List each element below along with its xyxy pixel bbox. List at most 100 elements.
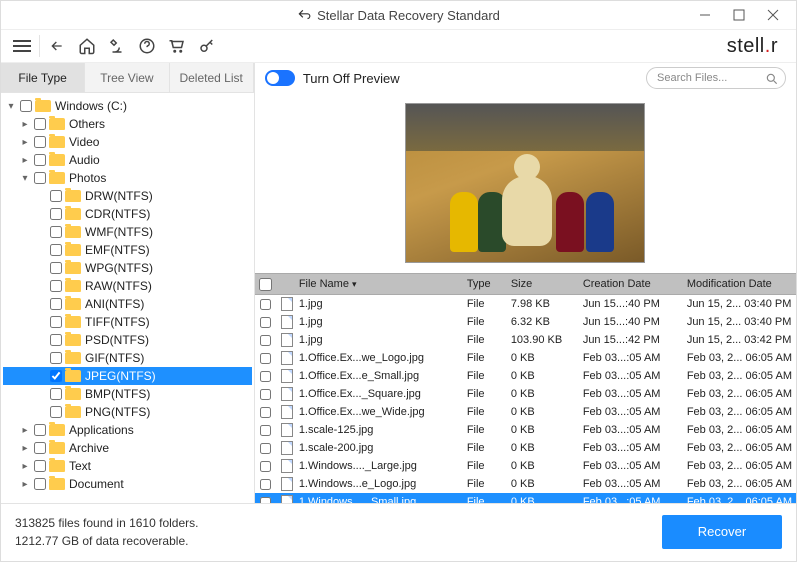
help-icon[interactable]: [132, 31, 162, 61]
cell-creation: Feb 03...:05 AM: [579, 424, 683, 436]
tree-node-selected[interactable]: JPEG(NTFS): [3, 367, 252, 385]
tree-node[interactable]: PSD(NTFS): [3, 331, 252, 349]
tree-node[interactable]: ▸Text: [3, 457, 252, 475]
cell-modification: Feb 03, 2... 06:05 AM: [683, 388, 796, 400]
tab-file-type[interactable]: File Type: [1, 63, 85, 92]
row-checkbox[interactable]: [260, 389, 271, 400]
preview-toggle[interactable]: [265, 70, 295, 86]
row-checkbox[interactable]: [260, 317, 271, 328]
tree-checkbox[interactable]: [20, 100, 32, 112]
key-icon[interactable]: [192, 31, 222, 61]
recover-button[interactable]: Recover: [662, 515, 782, 549]
file-grid[interactable]: 1.jpgFile7.98 KBJun 15...:40 PMJun 15, 2…: [255, 295, 796, 503]
file-row[interactable]: 1.jpgFile103.90 KBJun 15...:42 PMJun 15,…: [255, 331, 796, 349]
expand-icon[interactable]: ▸: [19, 119, 31, 130]
status-bar: 313825 files found in 1610 folders. 1212…: [1, 503, 796, 559]
row-checkbox[interactable]: [260, 497, 271, 504]
tree-node[interactable]: GIF(NTFS): [3, 349, 252, 367]
menu-icon[interactable]: [7, 31, 37, 61]
col-header-name[interactable]: File Name ▾: [295, 278, 463, 290]
tree-node[interactable]: PNG(NTFS): [3, 403, 252, 421]
file-row[interactable]: 1.jpgFile7.98 KBJun 15...:40 PMJun 15, 2…: [255, 295, 796, 313]
cell-creation: Feb 03...:05 AM: [579, 442, 683, 454]
tree-label: Windows (C:): [55, 99, 127, 113]
file-row[interactable]: 1.Office.Ex...e_Small.jpgFile0 KBFeb 03.…: [255, 367, 796, 385]
tree-node[interactable]: RAW(NTFS): [3, 277, 252, 295]
maximize-button[interactable]: [722, 1, 756, 29]
tree-node[interactable]: BMP(NTFS): [3, 385, 252, 403]
tree-node[interactable]: ▸Document: [3, 475, 252, 493]
collapse-icon[interactable]: ▾: [19, 173, 31, 184]
tree-node[interactable]: ▸Archive: [3, 439, 252, 457]
expand-icon[interactable]: ▸: [19, 461, 31, 472]
file-row[interactable]: 1.scale-200.jpgFile0 KBFeb 03...:05 AMFe…: [255, 439, 796, 457]
tree-node[interactable]: ▸Applications: [3, 421, 252, 439]
minimize-button[interactable]: [688, 1, 722, 29]
tree-node[interactable]: CDR(NTFS): [3, 205, 252, 223]
file-row[interactable]: 1.jpgFile6.32 KBJun 15...:40 PMJun 15, 2…: [255, 313, 796, 331]
status-recoverable: 1212.77 GB of data recoverable.: [15, 532, 198, 550]
search-input[interactable]: Search Files...: [646, 67, 786, 89]
row-checkbox[interactable]: [260, 479, 271, 490]
tree-node-photos[interactable]: ▾Photos: [3, 169, 252, 187]
tree-node[interactable]: WMF(NTFS): [3, 223, 252, 241]
cell-modification: Jun 15, 2... 03:40 PM: [683, 298, 796, 310]
file-row[interactable]: 1.Office.Ex...we_Logo.jpgFile0 KBFeb 03.…: [255, 349, 796, 367]
row-checkbox[interactable]: [260, 299, 271, 310]
file-row[interactable]: 1.scale-125.jpgFile0 KBFeb 03...:05 AMFe…: [255, 421, 796, 439]
tab-tree-view[interactable]: Tree View: [85, 63, 169, 92]
collapse-icon[interactable]: ▾: [5, 101, 17, 112]
right-panel: Turn Off Preview Search Files... File Na…: [255, 63, 796, 503]
tree-node[interactable]: ▸Others: [3, 115, 252, 133]
tree-node[interactable]: ▸Audio: [3, 151, 252, 169]
tree-node-root[interactable]: ▾ Windows (C:): [3, 97, 252, 115]
row-checkbox[interactable]: [260, 371, 271, 382]
file-row[interactable]: 1.Windows...._Small.jpgFile0 KBFeb 03...…: [255, 493, 796, 503]
expand-icon[interactable]: ▸: [19, 155, 31, 166]
tree-node[interactable]: ▸Video: [3, 133, 252, 151]
col-header-creation[interactable]: Creation Date: [579, 278, 683, 290]
microscope-icon[interactable]: [102, 31, 132, 61]
col-header-type[interactable]: Type: [463, 278, 507, 290]
expand-icon[interactable]: ▸: [19, 443, 31, 454]
brand-logo: stell.r: [727, 35, 790, 58]
folder-icon: [49, 118, 65, 130]
select-all-checkbox[interactable]: [259, 278, 272, 291]
row-checkbox[interactable]: [260, 461, 271, 472]
row-checkbox[interactable]: [260, 425, 271, 436]
row-checkbox[interactable]: [260, 407, 271, 418]
row-checkbox[interactable]: [260, 353, 271, 364]
col-header-modification[interactable]: Modification Date: [683, 278, 796, 290]
folder-icon: [65, 334, 81, 346]
folder-icon: [65, 280, 81, 292]
tab-deleted-list[interactable]: Deleted List: [170, 63, 254, 92]
file-row[interactable]: 1.Office.Ex..._Square.jpgFile0 KBFeb 03.…: [255, 385, 796, 403]
file-row[interactable]: 1.Office.Ex...we_Wide.jpgFile0 KBFeb 03.…: [255, 403, 796, 421]
expand-icon[interactable]: ▸: [19, 479, 31, 490]
expand-icon[interactable]: ▸: [19, 137, 31, 148]
cell-name: 1.Office.Ex...e_Small.jpg: [295, 370, 463, 382]
file-row[interactable]: 1.Windows...._Large.jpgFile0 KBFeb 03...…: [255, 457, 796, 475]
cell-type: File: [463, 334, 507, 346]
file-icon: [281, 315, 293, 329]
expand-icon[interactable]: ▸: [19, 425, 31, 436]
folder-icon: [49, 442, 65, 454]
back-title-icon: [297, 8, 311, 22]
col-header-size[interactable]: Size: [507, 278, 579, 290]
file-row[interactable]: 1.Windows...e_Logo.jpgFile0 KBFeb 03...:…: [255, 475, 796, 493]
tree-node[interactable]: DRW(NTFS): [3, 187, 252, 205]
close-button[interactable]: [756, 1, 790, 29]
tree-node[interactable]: ANI(NTFS): [3, 295, 252, 313]
back-icon[interactable]: [42, 31, 72, 61]
home-icon[interactable]: [72, 31, 102, 61]
cell-name: 1.scale-200.jpg: [295, 442, 463, 454]
tree-node[interactable]: TIFF(NTFS): [3, 313, 252, 331]
cell-type: File: [463, 460, 507, 472]
row-checkbox[interactable]: [260, 443, 271, 454]
folder-tree[interactable]: ▾ Windows (C:) ▸Others ▸Video ▸Audio ▾Pho…: [1, 93, 254, 503]
tree-node[interactable]: EMF(NTFS): [3, 241, 252, 259]
cart-icon[interactable]: [162, 31, 192, 61]
cell-creation: Feb 03...:05 AM: [579, 352, 683, 364]
tree-node[interactable]: WPG(NTFS): [3, 259, 252, 277]
row-checkbox[interactable]: [260, 335, 271, 346]
